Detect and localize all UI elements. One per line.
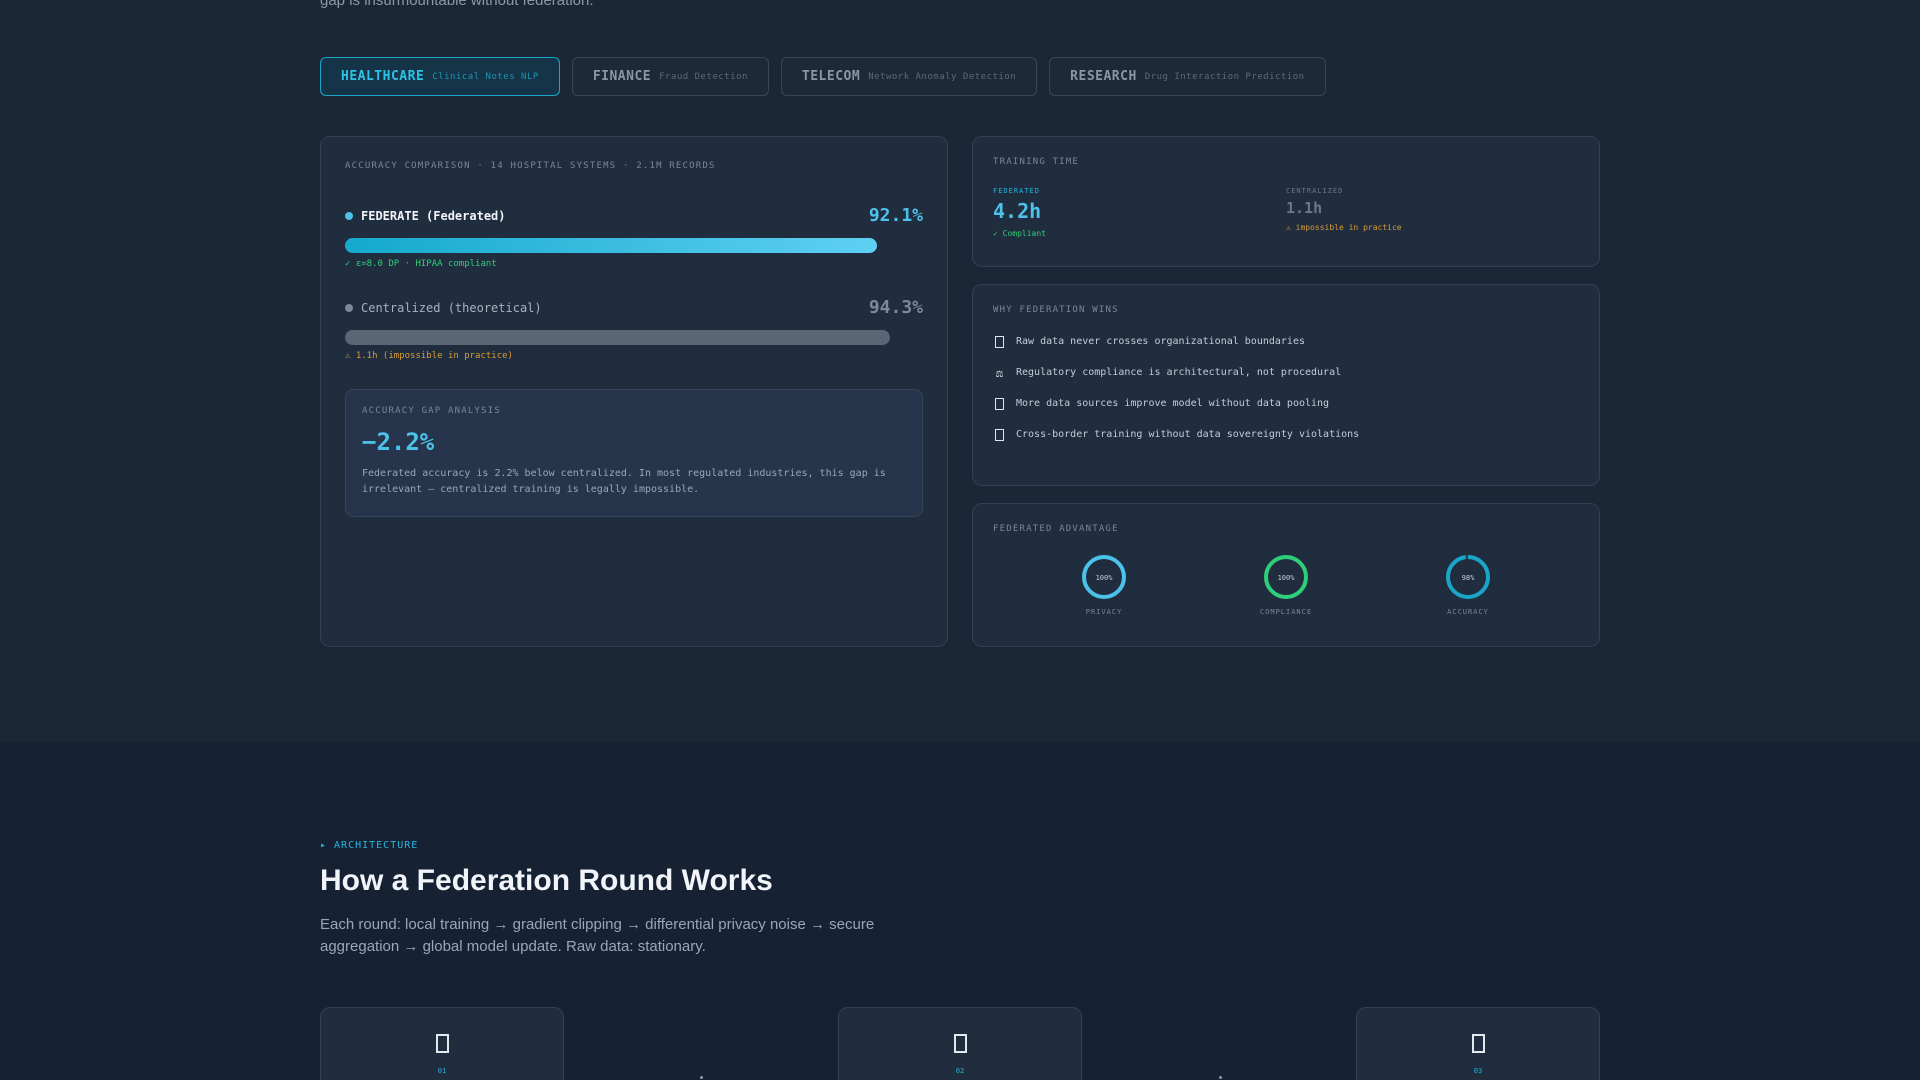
gauge-label: ACCURACY	[1447, 608, 1489, 616]
tab-label: TELECOM	[801, 69, 861, 84]
federated-name: FEDERATE (Federated)	[345, 209, 506, 223]
training-label: TRAINING TIME	[993, 157, 1080, 167]
gauge-label: COMPLIANCE	[1259, 608, 1313, 616]
why-list: Raw data never crosses organizational bo…	[993, 335, 1579, 441]
accuracy-gauge: 98% ACCURACY	[1408, 554, 1528, 616]
step-icon	[1471, 1034, 1485, 1053]
why-text: Cross-border training without data sover…	[1016, 429, 1360, 440]
centralized-bar-track	[345, 330, 923, 345]
federated-bar	[345, 238, 878, 253]
tab-sublabel: Clinical Notes NLP	[432, 71, 539, 82]
centralized-label: Centralized (theoretical)	[361, 300, 542, 315]
federated-dot-icon	[345, 211, 353, 220]
tab-label: FINANCE	[592, 69, 652, 84]
tab-sublabel: Fraud Detection	[659, 71, 748, 82]
privacy-gauge: 100% PRIVACY	[1044, 554, 1164, 616]
lock-icon	[993, 335, 1006, 348]
centralized-note: ⚠ 1.1h (impossible in practice)	[345, 351, 513, 361]
compliance-gauge: 100% COMPLIANCE	[1226, 554, 1346, 616]
tab-research[interactable]: RESEARCH Drug Interaction Prediction	[1049, 57, 1326, 96]
tab-telecom[interactable]: TELECOM Network Anomaly Detection	[780, 57, 1038, 96]
step-card-1: 01	[320, 1007, 564, 1080]
step-card-2: 02	[838, 1007, 1082, 1080]
accuracy-card: ACCURACY COMPARISON · 14 HOSPITAL SYSTEM…	[320, 136, 948, 647]
architecture-title: How a Federation Round Works	[320, 864, 773, 897]
federated-row: FEDERATE (Federated) 92.1%	[345, 205, 923, 226]
tab-healthcare[interactable]: HEALTHCARE Clinical Notes NLP	[320, 57, 560, 96]
step-number: 02	[955, 1067, 965, 1075]
list-item: Cross-border training without data sover…	[993, 428, 1579, 441]
list-item: Raw data never crosses organizational bo…	[993, 335, 1579, 348]
chart-icon	[993, 397, 1006, 410]
tab-label: RESEARCH	[1070, 69, 1137, 84]
why-federation-card: WHY FEDERATION WINS Raw data never cross…	[972, 284, 1600, 486]
gap-label: ACCURACY GAP ANALYSIS	[362, 406, 501, 416]
step-connector	[1219, 1076, 1222, 1079]
centralized-value: 94.3%	[868, 297, 923, 318]
training-grid: FEDERATED 4.2h ✓ Compliant CENTRALIZED 1…	[993, 187, 1579, 238]
globe-icon	[993, 428, 1006, 441]
gap-analysis-box: ACCURACY GAP ANALYSIS −2.2% Federated ac…	[345, 389, 923, 517]
step-card-3: 03	[1356, 1007, 1600, 1080]
gauge-ring: 100%	[1082, 555, 1126, 599]
list-item: More data sources improve model without …	[993, 397, 1579, 410]
centralized-dot-icon	[345, 303, 353, 312]
scales-icon: ⚖	[995, 365, 1004, 380]
centralized-row: Centralized (theoretical) 94.3%	[345, 297, 923, 318]
federated-note: ✓ ε=8.0 DP · HIPAA compliant	[345, 259, 497, 269]
training-federated-note: ✓ Compliant	[993, 229, 1046, 238]
training-federated: FEDERATED 4.2h ✓ Compliant	[993, 187, 1286, 238]
centralized-name: Centralized (theoretical)	[345, 301, 542, 315]
training-centralized-label: CENTRALIZED	[1286, 187, 1344, 195]
federated-label: FEDERATE (Federated)	[361, 208, 506, 223]
why-text: More data sources improve model without …	[1016, 398, 1330, 409]
federated-value: 92.1%	[868, 205, 923, 226]
industry-tabs: HEALTHCARE Clinical Notes NLP FINANCE Fr…	[320, 57, 1326, 96]
tab-label: HEALTHCARE	[341, 69, 425, 84]
centralized-bar	[345, 330, 891, 345]
federated-advantage-card: FEDERATED ADVANTAGE 100% PRIVACY 100% CO…	[972, 503, 1600, 647]
gauge-row: 100% PRIVACY 100% COMPLIANCE 98% ACCURAC…	[993, 554, 1579, 616]
tab-sublabel: Drug Interaction Prediction	[1144, 71, 1305, 82]
step-number: 03	[1473, 1067, 1483, 1075]
gauge-label: PRIVACY	[1085, 608, 1123, 616]
gauge-value: 100%	[1278, 574, 1296, 582]
intro-text: gap is insurmountable without federation…	[320, 0, 594, 9]
training-centralized: CENTRALIZED 1.1h ⚠ impossible in practic…	[1286, 187, 1579, 238]
advantage-label: FEDERATED ADVANTAGE	[993, 524, 1119, 534]
training-federated-label: FEDERATED	[993, 187, 1040, 195]
why-text: Regulatory compliance is architectural, …	[1016, 367, 1342, 378]
list-item: ⚖ Regulatory compliance is architectural…	[993, 365, 1579, 380]
architecture-kicker: ▸ ARCHITECTURE	[320, 840, 419, 851]
step-number: 01	[437, 1067, 447, 1075]
tab-sublabel: Network Anomaly Detection	[868, 71, 1017, 82]
step-connector	[700, 1076, 703, 1079]
training-centralized-value: 1.1h	[1286, 199, 1323, 217]
tab-finance[interactable]: FINANCE Fraud Detection	[571, 57, 769, 96]
gauge-ring: 100%	[1264, 555, 1308, 599]
training-centralized-note: ⚠ impossible in practice	[1286, 223, 1402, 232]
training-time-card: TRAINING TIME FEDERATED 4.2h ✓ Compliant…	[972, 136, 1600, 267]
step-icon	[435, 1034, 449, 1053]
gauge-value: 100%	[1096, 574, 1114, 582]
why-text: Raw data never crosses organizational bo…	[1016, 336, 1305, 347]
gauge-value: 98%	[1462, 574, 1475, 582]
training-federated-value: 4.2h	[993, 199, 1042, 223]
federated-bar-track	[345, 238, 923, 253]
gap-description: Federated accuracy is 2.2% below central…	[362, 468, 886, 495]
accuracy-header: ACCURACY COMPARISON · 14 HOSPITAL SYSTEM…	[345, 161, 716, 171]
step-icon	[953, 1034, 967, 1053]
comparison-section: gap is insurmountable without federation…	[0, 0, 1920, 742]
architecture-description: Each round: local training → gradient cl…	[320, 916, 875, 955]
why-label: WHY FEDERATION WINS	[993, 305, 1119, 315]
gauge-ring: 98%	[1446, 555, 1490, 599]
gap-value: −2.2%	[362, 428, 435, 456]
